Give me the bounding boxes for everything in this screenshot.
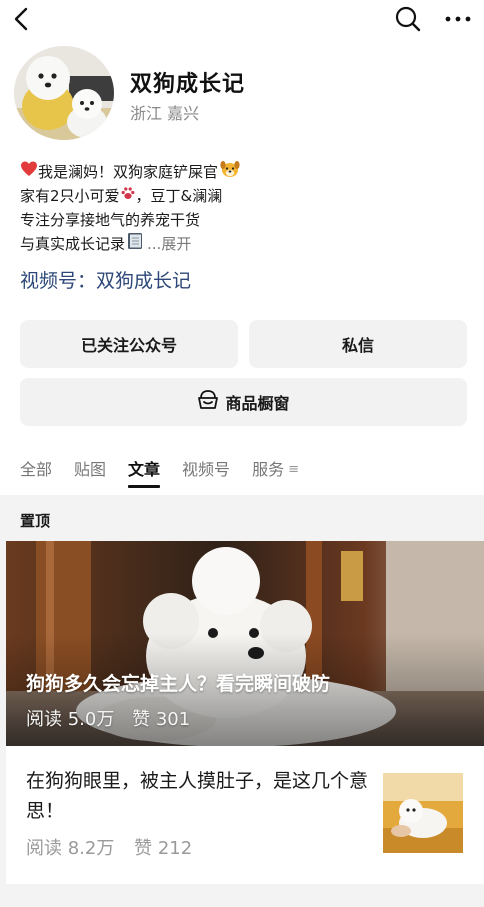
tab-channels[interactable]: 视频号 xyxy=(182,456,230,486)
profile-name: 双狗成长记 xyxy=(130,72,246,97)
article-stats: 阅读 8.2万 赞 212 xyxy=(26,834,206,860)
paw-icon xyxy=(120,184,136,208)
follow-button[interactable]: 已关注公众号 xyxy=(20,320,238,368)
notebook-icon xyxy=(127,232,143,257)
search-icon[interactable] xyxy=(394,5,422,33)
follow-button-label: 已关注公众号 xyxy=(80,336,177,355)
hero-article-likes: 赞 301 xyxy=(132,709,191,730)
message-button[interactable]: 私信 xyxy=(249,320,467,368)
tab-articles[interactable]: 文章 xyxy=(128,456,161,488)
tabs-menu-icon[interactable]: ≡ xyxy=(288,456,299,492)
shop-button[interactable]: 商品橱窗 xyxy=(20,378,467,426)
hero-article-title: 狗狗多久会忘掉主人？看完瞬间破防 xyxy=(26,673,331,695)
pinned-label: 置顶 xyxy=(20,512,51,530)
bio-text-1: 我是澜妈！双狗家庭铲屎官 xyxy=(38,163,219,181)
shop-button-label: 商品橱窗 xyxy=(225,394,290,413)
article-thumbnail xyxy=(383,773,463,853)
content-tabs: 全部 贴图 文章 视频号 服务 ≡ xyxy=(20,456,299,492)
shop-icon xyxy=(197,390,225,414)
dog-face-icon xyxy=(220,160,240,185)
bio-line-3: 专注分享接地气的养宠干货 xyxy=(20,208,240,232)
heart-icon xyxy=(20,160,38,185)
profile-location: 浙江 嘉兴 xyxy=(130,104,200,123)
tab-posts[interactable]: 贴图 xyxy=(74,456,106,486)
back-icon[interactable] xyxy=(10,6,36,32)
hero-article-stats: 阅读 5.0万 赞 301 xyxy=(26,705,202,731)
avatar[interactable] xyxy=(14,46,114,140)
profile-bio: 我是澜妈！双狗家庭铲屎官 家有2只小可爱 ，豆丁&澜澜 专注分享接地气的养宠干货… xyxy=(20,160,240,256)
bio-line-2: 家有2只小可爱 ，豆丁&澜澜 xyxy=(20,184,240,208)
article-title: 在狗狗眼里，被主人摸肚子，是这几个意思！ xyxy=(26,770,369,822)
pinned-hero-article[interactable]: 狗狗多久会忘掉主人？看完瞬间破防 阅读 5.0万 赞 301 xyxy=(6,541,484,746)
hero-article-reads: 阅读 5.0万 xyxy=(26,709,115,730)
bio-text-3: 专注分享接地气的养宠干货 xyxy=(20,211,201,229)
article-reads: 阅读 8.2万 xyxy=(26,838,115,859)
more-dots-icon[interactable] xyxy=(442,5,474,33)
bio-text-2a: 家有2只小可爱 xyxy=(20,187,120,205)
pinned-article-card[interactable]: 在狗狗眼里，被主人摸肚子，是这几个意思！ 阅读 8.2万 赞 212 xyxy=(6,746,484,884)
top-bar xyxy=(0,0,484,40)
bio-line-4: 与真实成长记录 ...展开 xyxy=(20,232,240,256)
channel-link[interactable]: 视频号：双狗成长记 xyxy=(20,266,191,293)
bio-expand-link[interactable]: ...展开 xyxy=(147,232,191,256)
tab-all[interactable]: 全部 xyxy=(20,456,52,486)
tab-services[interactable]: 服务 xyxy=(252,456,284,486)
bio-text-4: 与真实成长记录 xyxy=(20,235,126,253)
article-likes: 赞 212 xyxy=(134,838,193,859)
message-button-label: 私信 xyxy=(341,336,374,355)
bio-line-1: 我是澜妈！双狗家庭铲屎官 xyxy=(20,160,240,184)
bio-text-2b: ，豆丁&澜澜 xyxy=(135,187,223,205)
